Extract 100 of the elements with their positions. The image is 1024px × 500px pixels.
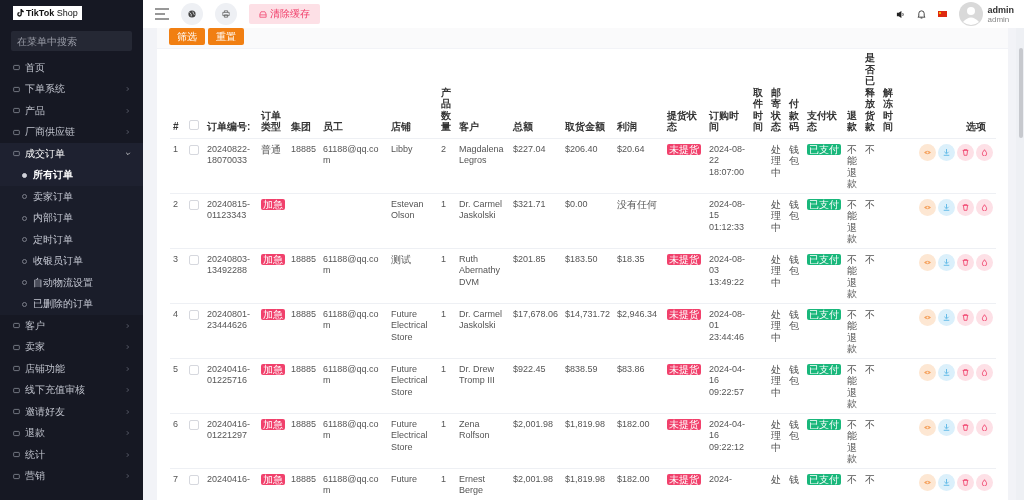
row-checkbox[interactable] (189, 199, 199, 210)
view-button[interactable] (919, 198, 936, 216)
menu-item-icon (13, 322, 20, 330)
column-header: 付款码 (786, 49, 804, 138)
drop-button[interactable] (976, 308, 993, 326)
submenu-item[interactable]: 内部订单 (0, 207, 143, 229)
download-button[interactable] (938, 473, 955, 491)
delete-button[interactable] (957, 418, 974, 436)
sidebar-item[interactable]: 线下充值审核 (0, 379, 143, 401)
submenu-item[interactable]: 定时订单 (0, 229, 143, 251)
print-button[interactable] (215, 3, 237, 25)
store-name: Future Electrical Store (391, 308, 429, 343)
avatar[interactable] (959, 2, 984, 26)
bell-icon[interactable] (917, 9, 927, 19)
order-type-tag: 加急 (261, 473, 285, 485)
sidebar-item[interactable]: 统计 (0, 444, 143, 466)
order-time: 2024-08-01 23:44:46 (709, 308, 747, 343)
submenu-item[interactable]: 所有订单 (0, 164, 143, 186)
sidebar-item[interactable]: 邀请好友 (0, 401, 143, 423)
drop-icon (981, 313, 988, 321)
download-button[interactable] (938, 418, 955, 436)
submenu-item[interactable]: 卖家订单 (0, 186, 143, 208)
menu-icon[interactable] (155, 8, 169, 20)
drop-button[interactable] (976, 143, 993, 161)
drop-button[interactable] (976, 198, 993, 216)
sidebar-item[interactable]: 下单系统 (0, 78, 143, 100)
customer-name: Ernest Berge (459, 473, 486, 497)
eye-icon (924, 423, 931, 431)
delete-button[interactable] (957, 308, 974, 326)
order-type-tag: 加急 (261, 363, 285, 375)
chevron-icon (125, 129, 131, 136)
row-checkbox[interactable] (189, 364, 199, 375)
pickup-status-tag: 未提货 (667, 253, 701, 265)
download-button[interactable] (938, 143, 955, 161)
view-button[interactable] (919, 363, 936, 381)
row-checkbox[interactable] (189, 419, 199, 430)
row-checkbox[interactable] (189, 474, 199, 485)
sidebar-item[interactable]: 营销 (0, 465, 143, 487)
flag-icon[interactable] (938, 11, 948, 17)
sidebar-item[interactable]: 成交订单 (0, 143, 143, 165)
menu-search-field[interactable]: 在菜单中搜索 (11, 31, 132, 51)
view-button[interactable] (919, 308, 936, 326)
row-checkbox[interactable] (189, 309, 199, 320)
download-button[interactable] (938, 198, 955, 216)
download-icon (943, 368, 950, 376)
customer-name: Zena Rolfson (459, 418, 491, 442)
language-button[interactable] (181, 3, 203, 25)
profit: $83.86 (617, 363, 646, 375)
view-button[interactable] (919, 253, 936, 271)
delete-button[interactable] (957, 253, 974, 271)
sidebar-item[interactable]: 首页 (0, 57, 143, 79)
drop-button[interactable] (976, 253, 993, 271)
user-name: admin (987, 4, 1014, 15)
delete-button[interactable] (957, 143, 974, 161)
delete-button[interactable] (957, 473, 974, 491)
customer-name: Dr. Carmel Jaskolski (459, 198, 503, 222)
drop-button[interactable] (976, 418, 993, 436)
column-header: 是否已释放货款 (862, 49, 880, 138)
download-icon (943, 203, 950, 211)
chevron-icon (125, 473, 131, 480)
sidebar-item[interactable]: 产品 (0, 100, 143, 122)
download-button[interactable] (938, 308, 955, 326)
speaker-icon[interactable] (896, 9, 906, 19)
drop-icon (981, 203, 988, 211)
sidebar-item[interactable]: 卖家 (0, 336, 143, 358)
eye-icon (924, 368, 931, 376)
drop-button[interactable] (976, 363, 993, 381)
delete-button[interactable] (957, 198, 974, 216)
payment-status-tag: 已支付 (807, 143, 841, 155)
view-button[interactable] (919, 143, 936, 161)
refund-status: 不能退款 (847, 363, 858, 410)
select-all-checkbox[interactable] (189, 120, 199, 130)
row-checkbox[interactable] (189, 144, 199, 155)
sidebar-item[interactable]: 客户 (0, 315, 143, 337)
sidebar-item[interactable]: 店铺功能 (0, 358, 143, 380)
payment-method: 钱包 (789, 143, 800, 167)
scrollbar[interactable] (1016, 28, 1024, 500)
quantity: 2 (441, 143, 447, 155)
submenu-item[interactable]: 收银员订单 (0, 250, 143, 272)
download-button[interactable] (938, 253, 955, 271)
column-header: 利润 (614, 49, 664, 138)
row-checkbox[interactable] (189, 254, 199, 265)
column-header: 集团 (288, 49, 320, 138)
user-role: admin (987, 14, 1011, 24)
download-button[interactable] (938, 363, 955, 381)
order-number: 20240416-01225716 (207, 363, 252, 387)
sidebar-item[interactable]: 厂商供应链 (0, 121, 143, 143)
view-button[interactable] (919, 418, 936, 436)
drop-button[interactable] (976, 473, 993, 491)
submenu-item[interactable]: 自动物流设置 (0, 272, 143, 294)
group-cell: 18885 (291, 418, 317, 430)
drop-icon (981, 148, 988, 156)
logo[interactable]: TikTok Shop (13, 6, 82, 20)
sidebar-item[interactable]: 退款 (0, 422, 143, 444)
quantity: 1 (441, 418, 447, 430)
order-number: 20240416- (207, 473, 252, 485)
delete-button[interactable] (957, 363, 974, 381)
view-button[interactable] (919, 473, 936, 491)
drawer-icon (259, 10, 267, 18)
submenu-item[interactable]: 已删除的订单 (0, 293, 143, 315)
